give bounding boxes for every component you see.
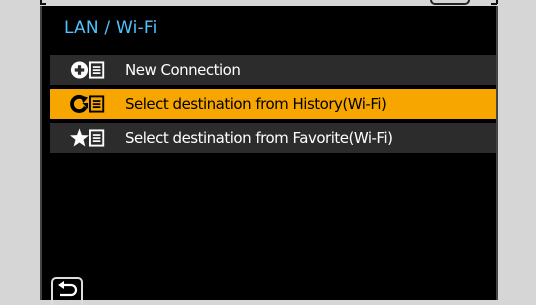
menu-item-favorite[interactable]: Select destination from Favorite(Wi-Fi) (50, 123, 496, 153)
menu-title: LAN / Wi-Fi (64, 18, 158, 38)
menu-item-new-connection[interactable]: New Connection (50, 55, 496, 85)
history-list-icon (70, 93, 108, 115)
camera-menu-screen: LAN / Wi-Fi New Connection Select destin… (40, 6, 498, 305)
add-list-icon (70, 59, 108, 81)
menu-item-label: New Connection (125, 61, 241, 79)
back-button[interactable] (51, 277, 83, 305)
menu-list: New Connection Select destination from H… (50, 55, 496, 157)
menu-item-label: Select destination from History(Wi-Fi) (125, 95, 387, 113)
return-icon (56, 280, 78, 304)
menu-item-label: Select destination from Favorite(Wi-Fi) (125, 129, 393, 147)
menu-item-history[interactable]: Select destination from History(Wi-Fi) (50, 89, 496, 119)
favorite-list-icon (70, 127, 108, 149)
camera-frame: LAN / Wi-Fi New Connection Select destin… (0, 0, 536, 305)
